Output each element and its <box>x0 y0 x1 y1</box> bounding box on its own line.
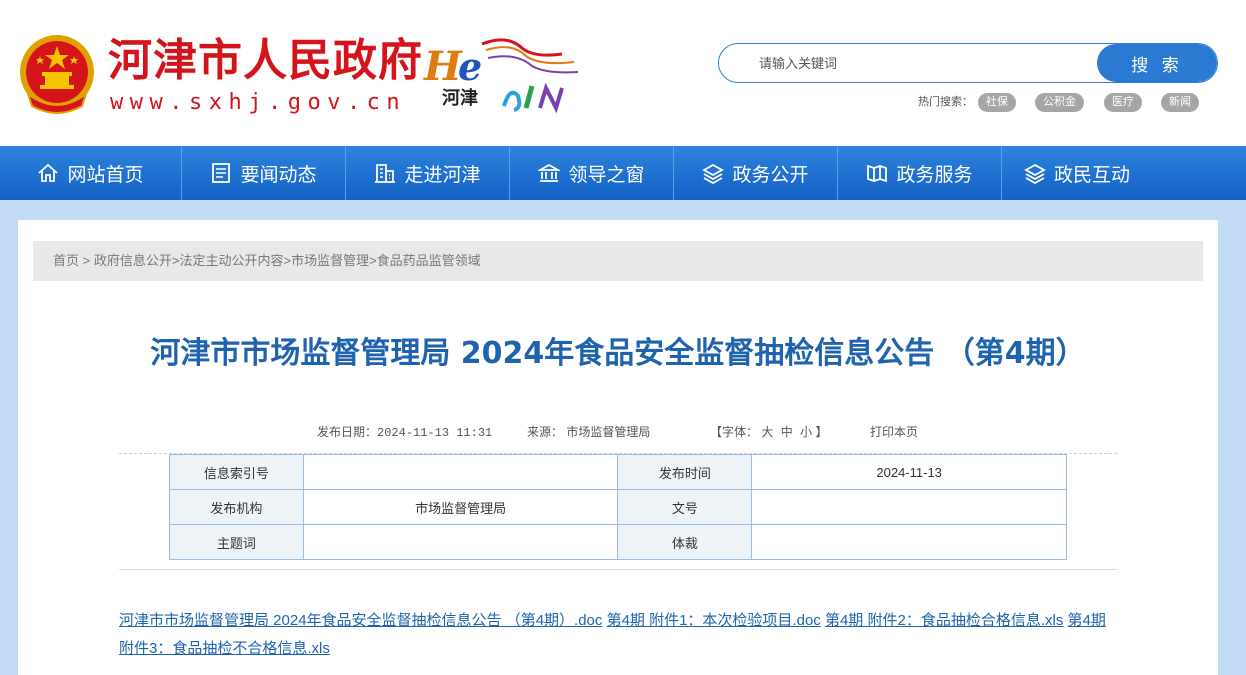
table-label: 信息索引号 <box>169 454 304 490</box>
nav-item-label: 政务服务 <box>896 163 973 186</box>
national-emblem-icon <box>20 35 94 114</box>
font-size-medium[interactable]: 中 <box>781 425 793 439</box>
nav-item-news[interactable]: 要闻动态 <box>182 146 345 200</box>
font-size-controls: 【字体： 大 中 小 】 <box>710 425 827 439</box>
attachment-list: 河津市市场监督管理局 2024年食品安全监督抽检信息公告 （第4期）.doc 第… <box>119 607 1119 663</box>
search-input[interactable] <box>719 44 1099 82</box>
site-name: 河津市人民政府 <box>108 35 423 86</box>
site-header: 河津市人民政府 www.sxhj.gov.cn H e 河津 搜 索 热门搜索：… <box>0 0 1246 146</box>
table-value: 市场监督管理局 <box>302 489 619 525</box>
article-title: 河津市市场监督管理局 2024年食品安全监督抽检信息公告 （第4期） <box>150 336 1086 371</box>
table-row: 信息索引号 发布时间 2024-11-13 <box>169 454 1067 490</box>
breadcrumb-separator: > <box>79 253 94 268</box>
nav-item-label: 政民互动 <box>1053 163 1130 186</box>
search-button[interactable]: 搜 索 <box>1097 44 1217 82</box>
nav-item-interaction[interactable]: 政民互动 <box>1002 146 1152 200</box>
table-row: 主题词 体裁 <box>169 524 1067 560</box>
nav-item-label: 要闻动态 <box>240 163 317 186</box>
table-value <box>751 524 1067 560</box>
nav-item-home[interactable]: 网站首页 <box>0 146 181 200</box>
hot-search-label: 热门搜索： <box>918 96 973 108</box>
hot-tag-housing-fund[interactable]: 公积金 <box>1035 93 1084 112</box>
svg-text:H: H <box>423 43 463 90</box>
publish-date: 发布日期：2024-11-13 11:31 <box>317 425 492 440</box>
breadcrumb-home[interactable]: 首页 <box>53 253 79 268</box>
breadcrumb-separator: > <box>283 253 292 268</box>
layers-icon <box>1024 163 1046 184</box>
svg-text:e: e <box>458 44 482 89</box>
table-label: 发布时间 <box>617 454 753 490</box>
font-size-label: 【字体： <box>710 425 759 439</box>
table-label: 发布机构 <box>169 489 304 525</box>
nav-item-label: 政务公开 <box>732 163 809 186</box>
table-row: 发布机构 市场监督管理局 文号 <box>169 489 1067 525</box>
attachment-link-notice[interactable]: 河津市市场监督管理局 2024年食品安全监督抽检信息公告 （第4期）.doc <box>119 612 602 629</box>
table-label: 文号 <box>617 489 753 525</box>
nav-item-label: 走进河津 <box>404 163 481 186</box>
site-url: www.sxhj.gov.cn <box>110 90 407 115</box>
hot-tag-news[interactable]: 新闻 <box>1161 93 1199 112</box>
table-label: 体裁 <box>617 524 753 560</box>
hot-tag-medical[interactable]: 医疗 <box>1104 93 1142 112</box>
attachment-link-test-items[interactable]: 第4期 附件1：本次检验项目.doc <box>607 612 821 629</box>
font-size-large[interactable]: 大 <box>761 425 773 439</box>
source-label: 来源： <box>527 425 564 439</box>
print-button[interactable]: 打印本页 <box>870 425 918 439</box>
table-value <box>302 524 619 560</box>
breadcrumb-market-supervision[interactable]: 市场监督管理 <box>291 253 369 268</box>
nav-item-gov-affairs[interactable]: 政务公开 <box>674 146 837 200</box>
table-value <box>751 489 1067 525</box>
font-size-end: 】 <box>815 425 828 439</box>
publish-date-label: 发布日期： <box>317 425 378 439</box>
main-nav: 网站首页 要闻动态 走进河津 领导之窗 政务公开 政务服务 政民互动 <box>0 146 1246 200</box>
table-value <box>302 454 619 490</box>
source-value: 市场监督管理局 <box>566 425 651 439</box>
breadcrumb-gov-info[interactable]: 政府信息公开 <box>94 253 172 268</box>
layers-icon <box>702 163 725 184</box>
hall-icon <box>538 163 561 182</box>
info-table: 信息索引号 发布时间 2024-11-13 发布机构 市场监督管理局 文号 主题… <box>169 454 1067 560</box>
table-label: 主题词 <box>169 524 304 560</box>
article-source: 来源： 市场监督管理局 <box>527 425 650 439</box>
nav-item-leadership[interactable]: 领导之窗 <box>510 146 673 200</box>
font-size-small[interactable]: 小 <box>800 425 812 439</box>
home-icon <box>38 163 59 182</box>
content-divider <box>119 569 1117 570</box>
content-card: 首页 > 政府信息公开>法定主动公开内容>市场监督管理>食品药品监管领域 河津市… <box>18 220 1218 675</box>
nav-item-about-hejin[interactable]: 走进河津 <box>346 146 509 200</box>
book-icon <box>867 164 888 183</box>
hot-tag-social-security[interactable]: 社保 <box>978 93 1016 112</box>
search-box: 搜 索 <box>718 43 1218 83</box>
publish-date-value: 2024-11-13 11:31 <box>377 426 493 440</box>
nav-item-gov-services[interactable]: 政务服务 <box>838 146 1001 200</box>
breadcrumb: 首页 > 政府信息公开>法定主动公开内容>市场监督管理>食品药品监管领域 <box>33 241 1203 281</box>
nav-item-label: 网站首页 <box>67 163 144 186</box>
news-icon <box>212 163 231 183</box>
building-icon <box>375 164 396 183</box>
hejin-logo-text: 河津 <box>442 88 478 109</box>
breadcrumb-separator: > <box>369 253 377 268</box>
table-value: 2024-11-13 <box>751 454 1067 490</box>
attachment-link-qualified[interactable]: 第4期 附件2：食品抽检合格信息.xls <box>825 612 1063 629</box>
nav-item-label: 领导之窗 <box>568 163 645 186</box>
breadcrumb-food-drug[interactable]: 食品药品监管领域 <box>377 253 481 268</box>
breadcrumb-statutory[interactable]: 法定主动公开内容 <box>179 253 283 268</box>
